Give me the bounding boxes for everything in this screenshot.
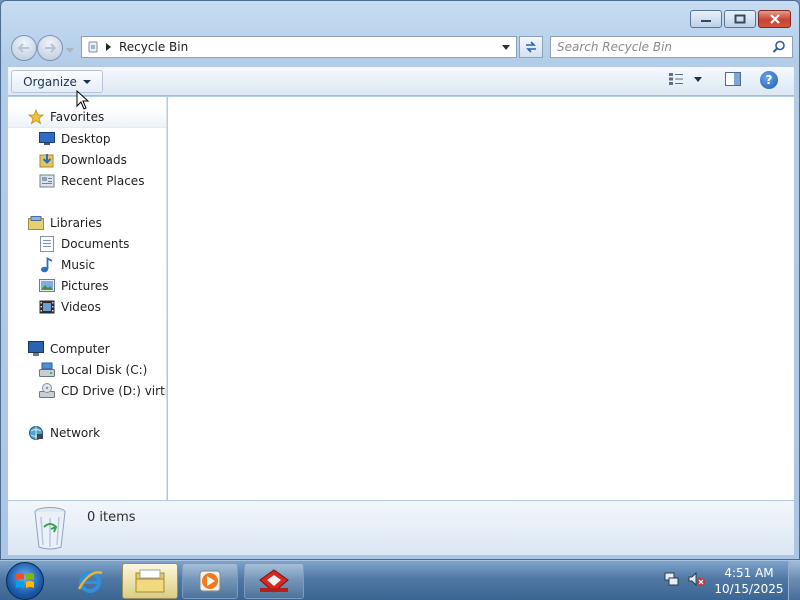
nav-item-pictures[interactable]: Pictures: [8, 275, 166, 296]
maximize-icon: [734, 14, 746, 24]
refresh-button[interactable]: [519, 36, 543, 58]
search-icon[interactable]: [772, 40, 786, 54]
star-icon: [28, 109, 44, 125]
nav-item-label: Recent Places: [61, 173, 145, 188]
recycle-bin-small-icon: [88, 41, 98, 53]
search-box[interactable]: [550, 36, 793, 58]
clock[interactable]: 4:51 AM 10/15/2025: [712, 565, 786, 597]
nav-item-label: Documents: [61, 236, 130, 251]
libraries-icon: [28, 215, 44, 231]
forward-button[interactable]: [37, 35, 63, 61]
recycle-bin-icon: [34, 507, 66, 550]
recent-places-icon: [39, 173, 55, 189]
command-bar: Organize ?: [8, 66, 794, 96]
breadcrumb-recycle-bin[interactable]: Recycle Bin: [119, 40, 188, 54]
computer-icon: [28, 340, 44, 357]
nav-network[interactable]: Network: [8, 422, 166, 443]
nav-item-cd-drive[interactable]: CD Drive (D:) virtio-w: [8, 380, 166, 401]
organize-label: Organize: [23, 74, 77, 89]
breadcrumb-separator-icon[interactable]: [106, 43, 111, 51]
change-view-button[interactable]: [668, 72, 702, 86]
cd-drive-icon: [39, 382, 55, 399]
explorer-window: Recycle Bin Organize: [0, 0, 800, 560]
minimize-icon: [701, 20, 711, 22]
recent-pages-dropdown[interactable]: [66, 43, 74, 57]
taskbar-internet-explorer[interactable]: [62, 563, 118, 599]
mouse-cursor-icon: [76, 90, 90, 110]
show-desktop-button[interactable]: [788, 561, 800, 600]
file-list-area[interactable]: [168, 97, 794, 500]
system-tray: [664, 571, 706, 587]
music-icon: [39, 256, 55, 273]
close-icon: [769, 14, 780, 24]
taskbar-red-app[interactable]: [244, 563, 304, 599]
network-status-icon[interactable]: [664, 571, 680, 587]
back-arrow-icon: [17, 43, 29, 53]
clock-date: 10/15/2025: [714, 582, 784, 596]
chevron-down-icon[interactable]: [694, 76, 702, 82]
details-pane: 0 items: [8, 500, 794, 555]
nav-item-downloads[interactable]: Downloads: [8, 149, 166, 170]
nav-computer[interactable]: Computer: [8, 338, 166, 359]
preview-pane-button[interactable]: [725, 72, 741, 89]
clock-time: 4:51 AM: [724, 566, 774, 580]
nav-favorites-label: Favorites: [50, 110, 105, 124]
red-app-icon: [259, 569, 289, 593]
documents-icon: [39, 235, 55, 252]
chevron-down-icon: [66, 48, 74, 53]
address-row: Recycle Bin: [9, 34, 793, 62]
local-disk-icon: [39, 362, 55, 378]
item-count: 0 items: [87, 510, 136, 525]
downloads-icon: [39, 152, 55, 168]
chevron-down-icon: [82, 79, 91, 84]
close-button[interactable]: [758, 10, 791, 28]
title-bar-buttons: [690, 10, 791, 28]
nav-item-label: Desktop: [61, 131, 111, 146]
nav-favorites[interactable]: Favorites: [8, 107, 166, 128]
nav-item-documents[interactable]: Documents: [8, 233, 166, 254]
nav-item-label: Downloads: [61, 152, 127, 167]
nav-item-label: Videos: [61, 299, 101, 314]
nav-computer-label: Computer: [50, 341, 110, 356]
internet-explorer-icon: [77, 571, 103, 593]
volume-muted-icon[interactable]: [688, 571, 706, 587]
nav-item-local-disk[interactable]: Local Disk (C:): [8, 359, 166, 380]
media-player-icon: [199, 570, 221, 592]
maximize-button[interactable]: [724, 10, 756, 28]
desktop-icon: [39, 131, 55, 147]
back-button[interactable]: [11, 35, 37, 61]
nav-item-label: Pictures: [61, 278, 109, 293]
nav-item-label: Music: [61, 257, 96, 272]
nav-item-desktop[interactable]: Desktop: [8, 128, 166, 149]
navigation-pane: Favorites Desktop Downloads Recent Place…: [8, 97, 167, 500]
start-button[interactable]: [6, 562, 44, 600]
videos-icon: [39, 299, 55, 315]
folder-icon: [135, 569, 165, 593]
forward-arrow-icon: [45, 43, 57, 53]
minimize-button[interactable]: [690, 10, 722, 28]
search-input[interactable]: [557, 40, 767, 54]
address-bar[interactable]: Recycle Bin: [81, 36, 517, 58]
address-dropdown-icon[interactable]: [502, 45, 510, 50]
pictures-icon: [39, 278, 55, 294]
view-details-icon: [669, 73, 683, 85]
nav-libraries[interactable]: Libraries: [8, 212, 166, 233]
nav-item-label: Local Disk (C:): [61, 362, 148, 377]
taskbar: 4:51 AM 10/15/2025: [0, 560, 800, 600]
refresh-icon: [526, 41, 536, 53]
nav-item-music[interactable]: Music: [8, 254, 166, 275]
taskbar-media-player[interactable]: [182, 563, 238, 599]
taskbar-windows-explorer[interactable]: [122, 563, 178, 599]
network-icon: [28, 425, 44, 441]
nav-item-videos[interactable]: Videos: [8, 296, 166, 317]
nav-libraries-label: Libraries: [50, 215, 102, 230]
nav-item-recent-places[interactable]: Recent Places: [8, 170, 166, 191]
help-button[interactable]: ?: [760, 71, 778, 89]
preview-pane-icon: [725, 72, 741, 86]
help-icon: ?: [765, 73, 773, 87]
nav-item-label: CD Drive (D:) virtio-w: [61, 383, 166, 398]
windows-logo-icon: [16, 573, 34, 588]
nav-network-label: Network: [50, 425, 101, 440]
